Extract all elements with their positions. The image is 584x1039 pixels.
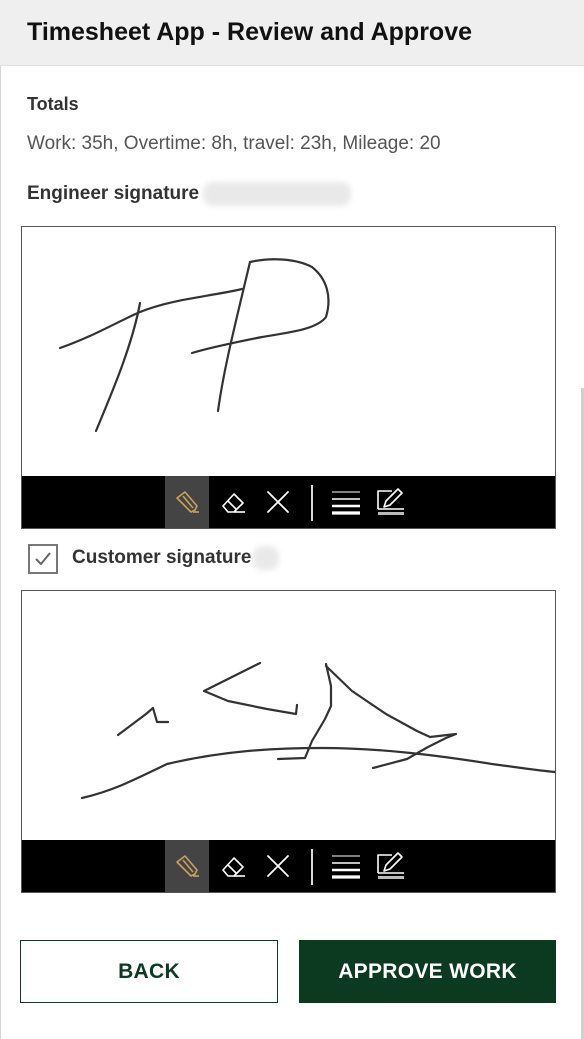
clear-button[interactable] xyxy=(256,476,300,528)
engineer-signature-label: Engineer signature xyxy=(27,183,200,205)
customer-signature-label: Customer signature xyxy=(72,547,252,569)
pen-color-button[interactable] xyxy=(369,476,413,528)
eraser-icon xyxy=(222,493,245,513)
app-header: Timesheet App - Review and Approve xyxy=(0,0,584,66)
line-width-icon xyxy=(332,491,360,515)
toolbar-divider xyxy=(311,849,313,885)
pen-icon xyxy=(176,855,199,877)
customer-signature-checkbox[interactable] xyxy=(28,544,58,574)
totals-summary: Work: 35h, Overtime: 8h, travel: 23h, Mi… xyxy=(27,133,441,154)
page-title: Timesheet App - Review and Approve xyxy=(27,18,473,46)
left-border xyxy=(0,66,1,1039)
redacted-customer-name xyxy=(253,546,280,570)
line-width-button[interactable] xyxy=(324,840,368,892)
checkmark-icon xyxy=(35,552,51,566)
pen-color-button[interactable] xyxy=(369,840,413,892)
pen-tool-button[interactable] xyxy=(165,476,209,528)
engineer-signature-pad[interactable] xyxy=(21,226,556,529)
redacted-engineer-name xyxy=(203,182,352,206)
engineer-signature-toolbar xyxy=(22,476,555,528)
eraser-icon xyxy=(222,857,245,877)
eraser-tool-button[interactable] xyxy=(211,840,255,892)
customer-signature-pad[interactable] xyxy=(21,590,556,893)
totals-heading: Totals xyxy=(27,94,79,114)
approve-work-button[interactable]: APPROVE WORK xyxy=(299,940,556,1003)
customer-signature-toolbar xyxy=(22,840,555,892)
engineer-signature-heading: Engineer signature xyxy=(27,182,352,206)
line-width-button[interactable] xyxy=(324,476,368,528)
clear-icon xyxy=(267,491,289,513)
back-button[interactable]: BACK xyxy=(20,940,278,1003)
pen-color-icon xyxy=(377,852,404,879)
pen-icon xyxy=(176,491,199,513)
customer-signature-heading: Customer signature xyxy=(72,546,280,570)
pen-tool-button[interactable] xyxy=(165,840,209,892)
clear-button[interactable] xyxy=(256,840,300,892)
clear-icon xyxy=(267,855,289,877)
pen-color-icon xyxy=(377,488,404,515)
toolbar-divider xyxy=(311,485,313,521)
customer-signature-ink xyxy=(80,661,555,800)
line-width-icon xyxy=(332,855,360,879)
engineer-signature-ink xyxy=(58,258,330,433)
eraser-tool-button[interactable] xyxy=(211,476,255,528)
